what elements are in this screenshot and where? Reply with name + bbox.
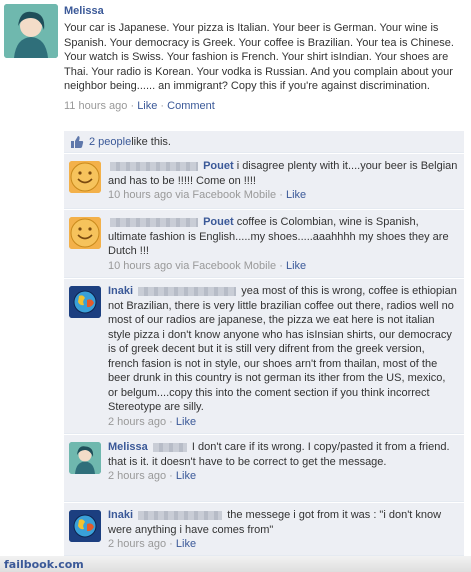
comment-time[interactable]: 10 hours ago via Facebook Mobile [108,189,276,201]
avatar[interactable] [69,217,101,249]
redacted-name [110,161,198,171]
comment-like-link[interactable]: Like [176,416,196,428]
avatar[interactable] [69,286,101,318]
comment-meta: 10 hours ago via Facebook Mobile · Like [108,259,458,273]
separator: · [157,99,168,112]
avatar[interactable] [4,4,58,58]
comment-item: Inaki the messege i got from it was : "i… [64,503,464,556]
post-author[interactable]: Melissa [64,4,464,18]
comment-time[interactable]: 2 hours ago [108,416,166,428]
comment-item: Inaki yea most of this is wrong, coffee … [64,279,464,434]
site-watermark[interactable]: failbook.com [4,558,84,571]
comment-text: Pouet coffee is Colombian, wine is Spani… [108,215,458,259]
separator: · [276,189,286,201]
comment-text: Inaki yea most of this is wrong, coffee … [108,284,458,415]
separator: · [166,538,176,550]
redacted-name [110,217,198,227]
comment-like-link[interactable]: Like [176,538,196,550]
likes-row: 2 people like this. [64,131,464,153]
smiley-face-icon [69,161,101,193]
footer-bar: failbook.com [0,556,471,572]
likes-suffix: like this. [131,135,171,148]
comment-like-link[interactable]: Like [176,470,196,482]
comment-item: Pouet i disagree plenty with it....your … [64,154,464,209]
post-time[interactable]: 11 hours ago [64,100,127,112]
comment-author[interactable]: Pouet [203,160,234,172]
comment-time[interactable]: 2 hours ago [108,538,166,550]
post-meta: 11 hours ago · Like · Comment [64,99,464,113]
comment-meta: 10 hours ago via Facebook Mobile · Like [108,188,458,202]
comment-author[interactable]: Inaki [108,509,133,521]
comment-time[interactable]: 10 hours ago via Facebook Mobile [108,260,276,272]
globe-icon [69,510,101,542]
comment-like-link[interactable]: Like [286,260,306,272]
avatar[interactable] [69,442,101,474]
comment-like-link[interactable]: Like [286,189,306,201]
comment-author[interactable]: Inaki [108,285,133,297]
avatar[interactable] [69,161,101,193]
comment-text: Inaki the messege i got from it was : "i… [108,508,458,537]
separator: · [127,99,138,112]
comment-item: Melissa I don't care if its wrong. I cop… [64,435,464,502]
separator: · [276,259,286,272]
comment-meta: 2 hours ago · Like [108,415,458,429]
comment-meta: 2 hours ago · Like [108,469,458,483]
like-link[interactable]: Like [137,100,157,112]
redacted-name [138,510,223,520]
avatar[interactable] [69,510,101,542]
profile-picture-icon [69,442,101,474]
globe-icon [69,286,101,318]
comment-time[interactable]: 2 hours ago [108,470,166,482]
comment-body: yea most of this is wrong, coffee is eth… [108,285,457,413]
likes-count-link[interactable]: 2 people [89,136,131,148]
comment-text: Melissa I don't care if its wrong. I cop… [108,440,458,469]
comment-meta: 2 hours ago · Like [108,537,458,551]
redacted-name [152,442,187,452]
post-text: Your car is Japanese. Your pizza is Ital… [64,22,454,92]
thumbs-up-icon [71,135,84,148]
smiley-face-icon [69,217,101,249]
comment-author[interactable]: Melissa [108,441,148,453]
comments-section: 2 people like this. Pouet i disagree ple… [64,131,464,556]
profile-picture-icon [4,4,58,58]
comment-text: Pouet i disagree plenty with it....your … [108,159,458,188]
separator: · [166,470,176,482]
comment-link[interactable]: Comment [167,100,215,112]
redacted-name [138,286,237,296]
comment-author[interactable]: Pouet [203,216,234,228]
comment-item: Pouet coffee is Colombian, wine is Spani… [64,210,464,278]
separator: · [166,415,176,428]
